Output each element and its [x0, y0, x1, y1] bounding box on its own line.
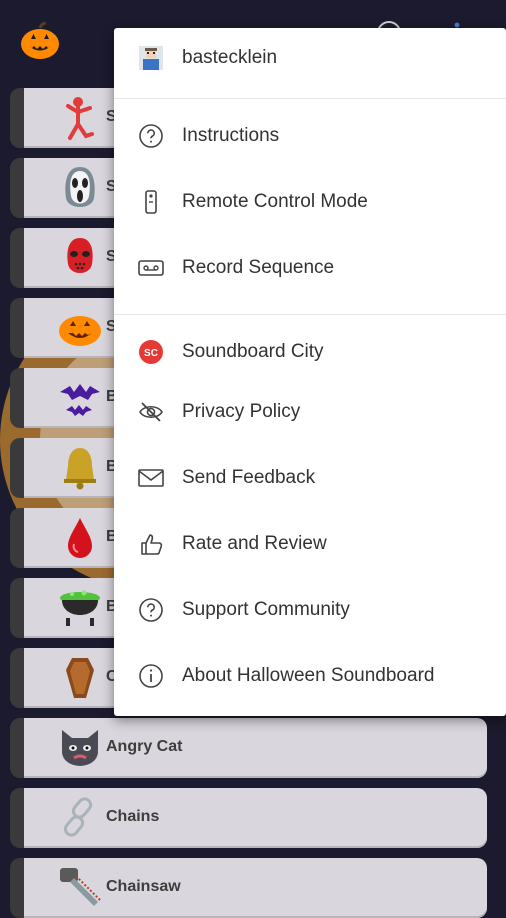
menu-divider [114, 314, 506, 315]
help-circle-icon [139, 598, 163, 622]
user-avatar-icon [139, 46, 163, 70]
dancing-skeleton-icon [66, 97, 94, 140]
menu-label: Send Feedback [182, 467, 316, 488]
sound-button[interactable]: Chains [10, 788, 487, 848]
chains-icon [63, 797, 93, 837]
soundboard-city-logo-icon: SC [139, 340, 163, 364]
svg-text:SC: SC [144, 348, 158, 359]
menu-label: bastecklein [182, 47, 278, 68]
menu-label: Record Sequence [182, 257, 335, 278]
eye-off-icon [139, 402, 163, 422]
sound-button[interactable]: Angry Cat [10, 718, 487, 778]
menu-item-soundboard-city[interactable]: SC Soundboard City [114, 324, 506, 380]
menu-item-remote-control-mode[interactable]: Remote Control Mode [114, 174, 506, 230]
envelope-icon [138, 469, 164, 487]
cassette-icon [138, 260, 164, 276]
hockey-mask-icon [67, 238, 93, 273]
sound-button[interactable]: Chainsaw [10, 858, 487, 918]
pumpkin-logo-icon[interactable] [20, 22, 60, 60]
jack-o-lantern-icon [59, 316, 101, 346]
angry-cat-icon [62, 730, 98, 766]
menu-item-rate-and-review[interactable]: Rate and Review [114, 516, 506, 572]
coffin-icon [66, 658, 94, 698]
sound-label: Chainsaw [106, 878, 181, 895]
menu-item-account[interactable]: bastecklein [114, 30, 506, 86]
menu-item-privacy-policy[interactable]: Privacy Policy [114, 384, 506, 440]
menu-label: Rate and Review [182, 533, 327, 554]
menu-item-support-community[interactable]: Support Community [114, 582, 506, 638]
menu-label: Support Community [182, 599, 350, 620]
menu-item-about[interactable]: About Halloween Soundboard [114, 648, 506, 704]
menu-divider [114, 98, 506, 99]
help-circle-icon [139, 124, 163, 148]
chainsaw-icon [60, 868, 101, 906]
sound-label: Chains [106, 808, 160, 825]
cauldron-icon [60, 590, 100, 626]
overflow-menu: bastecklein Instructions Remote Control … [114, 28, 506, 716]
bats-icon [60, 384, 100, 416]
info-circle-icon [139, 664, 163, 688]
menu-label: Soundboard City [182, 341, 324, 362]
menu-item-send-feedback[interactable]: Send Feedback [114, 450, 506, 506]
sound-label: Angry Cat [106, 738, 183, 755]
menu-item-record-sequence[interactable]: Record Sequence [114, 240, 506, 296]
menu-label: Instructions [182, 125, 280, 146]
ghost-mask-icon [65, 167, 95, 207]
menu-label: Privacy Policy [182, 401, 301, 422]
blood-drop-icon [68, 518, 92, 558]
remote-control-icon [145, 190, 157, 214]
bell-icon [64, 448, 96, 490]
menu-item-instructions[interactable]: Instructions [114, 108, 506, 164]
menu-label: Remote Control Mode [182, 191, 368, 212]
menu-label: About Halloween Soundboard [182, 665, 435, 686]
thumbs-up-icon [141, 534, 163, 555]
